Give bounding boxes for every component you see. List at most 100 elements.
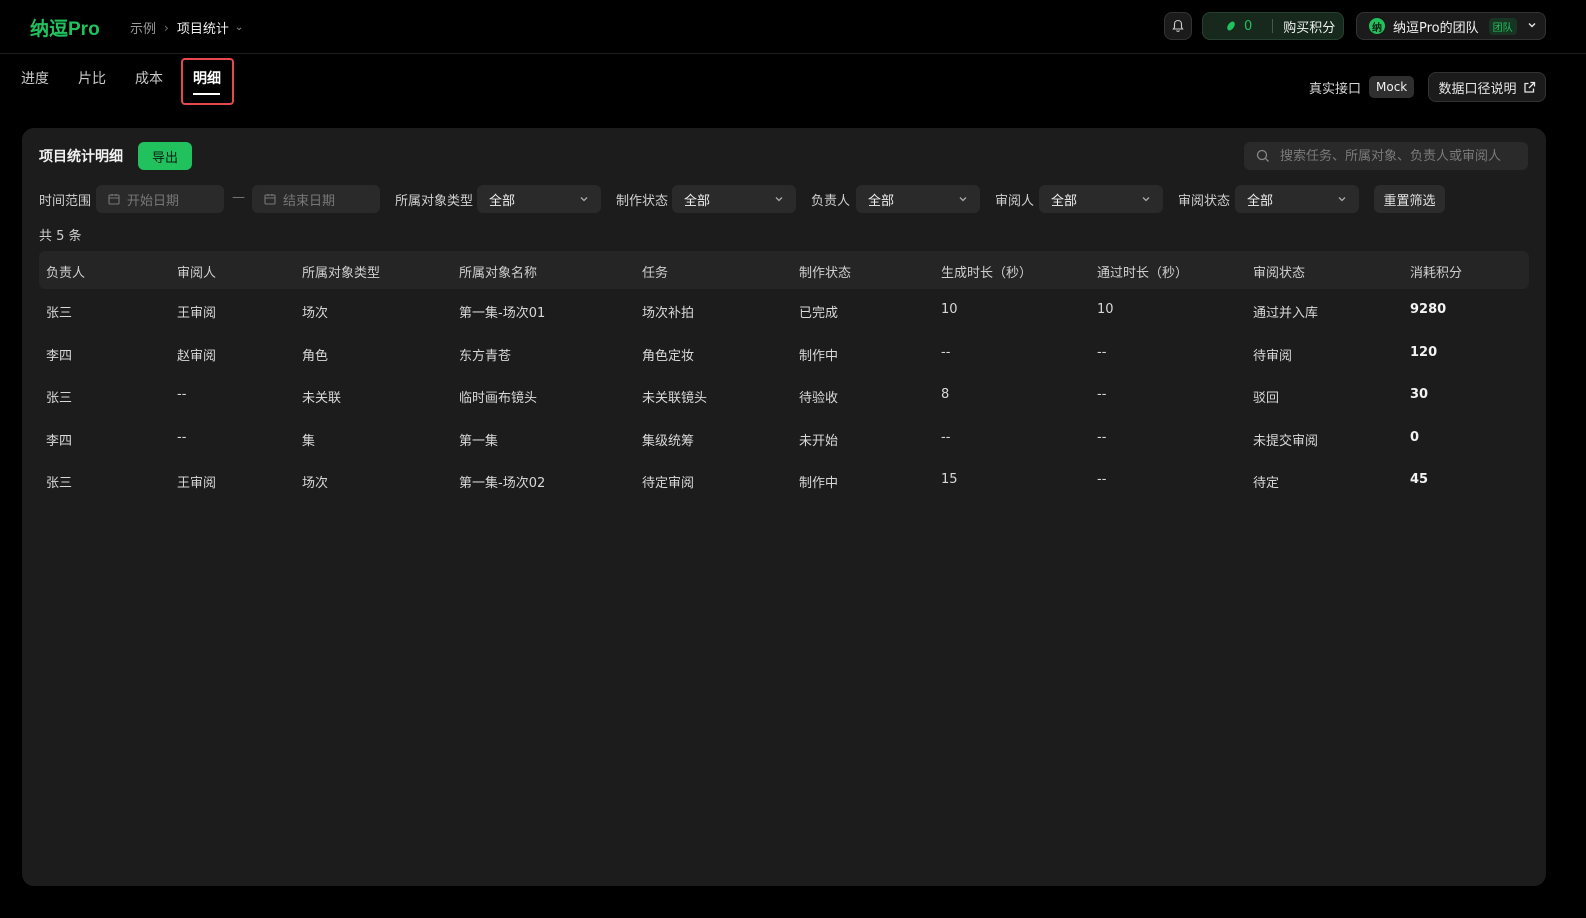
team-name: 纳逗Pro的团队 [1393,20,1479,36]
table-row[interactable]: 李四 -- 集 第一集 集级统筹 未开始 -- -- 未提交审阅 0 [39,417,1529,460]
tab-cost[interactable]: 成本 [135,68,163,88]
column-header[interactable]: 消耗积分 [1410,262,1462,281]
owner-value: 全部 [868,193,895,209]
tab-progress[interactable]: 进度 [21,68,49,88]
chevron-down-icon [775,197,783,202]
cell-object-type: 场次 [302,306,329,321]
object-type-value: 全部 [489,193,516,209]
cell-object-type: 集 [302,433,316,449]
table-row[interactable]: 张三 -- 未关联 临时画布镜头 未关联镜头 待验收 8 -- 驳回 30 [39,374,1529,417]
table-row[interactable]: 张三 王审阅 场次 第一集-场次01 场次补拍 已完成 10 10 通过并入库 … [39,289,1529,332]
cell-prod-status: 制作中 [799,476,839,491]
cell-points: 45 [1410,472,1429,487]
cell-owner: 李四 [46,348,73,364]
top-bar: 纳逗Pro 示例 › 项目统计 ⌄ 0 购买积分 纳 纳逗Pro的团队 团队 [0,0,1586,54]
cell-gen-duration: -- [941,429,951,445]
cell-object-name: 第一集-场次01 [459,306,546,321]
owner-label: 负责人 [811,194,851,209]
cell-review-status: 未提交审阅 [1253,433,1319,449]
end-date-input[interactable]: 结束日期 [252,185,380,213]
search-icon [1256,149,1270,163]
team-switcher[interactable]: 纳 纳逗Pro的团队 团队 [1356,12,1546,40]
points-icon [1225,20,1237,32]
cell-gen-duration: 10 [941,302,958,317]
breadcrumb-current[interactable]: 项目统计 [177,18,229,37]
table-row[interactable]: 张三 王审阅 场次 第一集-场次02 待定审阅 制作中 15 -- 待定 45 [39,459,1529,502]
total-count: 共 5 条 [39,229,82,244]
cell-review-status: 待审阅 [1253,348,1293,364]
cell-points: 30 [1410,387,1429,402]
cell-prod-status: 制作中 [799,348,839,364]
cell-pass-duration: -- [1097,429,1107,445]
highlight-box [181,58,234,105]
cell-task: 场次补拍 [642,306,695,321]
chevron-down-icon [1142,197,1150,202]
chevron-down-icon [959,197,967,202]
review-status-select[interactable]: 全部 [1235,185,1359,213]
cell-pass-duration: -- [1097,387,1107,402]
cell-reviewer: 王审阅 [177,306,217,321]
breadcrumb: 示例 › 项目统计 ⌄ [130,18,243,38]
mock-toggle[interactable]: Mock [1369,76,1415,98]
details-table: 负责人 审阅人 所属对象类型 所属对象名称 任务 制作状态 生成时长（秒） 通过… [39,251,1529,502]
reviewer-label: 审阅人 [995,194,1035,209]
end-date-placeholder: 结束日期 [283,193,336,209]
chevron-down-icon [580,197,588,202]
prod-status-label: 制作状态 [616,194,669,209]
review-status-label: 审阅状态 [1178,194,1231,209]
data-doc-button[interactable]: 数据口径说明 [1428,72,1546,102]
cell-prod-status: 未开始 [799,433,839,449]
table-row[interactable]: 李四 赵审阅 角色 东方青苍 角色定妆 制作中 -- -- 待审阅 120 [39,332,1529,375]
column-header[interactable]: 通过时长（秒） [1097,262,1188,281]
reset-filters-button[interactable]: 重置筛选 [1374,185,1445,213]
cell-task: 角色定妆 [642,348,695,364]
column-header[interactable]: 任务 [642,262,668,281]
calendar-icon [264,193,276,205]
search-input[interactable] [1280,144,1520,168]
reviewer-value: 全部 [1051,193,1078,209]
cell-task: 集级统筹 [642,433,695,449]
cell-review-status: 待定 [1253,476,1280,491]
points-widget[interactable]: 0 购买积分 [1202,12,1344,40]
start-date-input[interactable]: 开始日期 [96,185,224,213]
column-header[interactable]: 所属对象类型 [302,262,380,281]
card-title: 项目统计明细 [39,149,123,165]
date-separator: — [232,190,245,205]
column-header[interactable]: 审阅状态 [1253,262,1305,281]
cell-object-type: 场次 [302,476,329,491]
cell-gen-duration: 15 [941,472,958,487]
search-box[interactable] [1244,142,1528,170]
cell-object-type: 未关联 [302,391,342,406]
points-divider [1272,19,1274,33]
details-card: 项目统计明细 导出 时间范围 开始日期 — 结束日期 所属对象类型 全部 制作状… [22,128,1546,886]
real-api-toggle[interactable]: 真实接口 [1309,78,1361,97]
cell-owner: 张三 [46,476,73,491]
cell-points: 120 [1410,344,1438,360]
app-logo[interactable]: 纳逗Pro [30,14,100,41]
tab-ratio[interactable]: 片比 [78,68,106,88]
object-type-select[interactable]: 全部 [477,185,601,213]
column-header[interactable]: 负责人 [46,262,85,281]
prod-status-select[interactable]: 全部 [672,185,796,213]
cell-object-name: 第一集-场次02 [459,476,546,491]
breadcrumb-root[interactable]: 示例 [130,18,156,37]
cell-object-name: 东方青苍 [459,348,512,364]
cell-prod-status: 已完成 [799,306,839,321]
chevron-down-icon[interactable]: ⌄ [235,22,243,33]
time-range-label: 时间范围 [39,194,92,209]
buy-points-button[interactable]: 购买积分 [1283,17,1335,36]
start-date-placeholder: 开始日期 [127,193,180,209]
owner-select[interactable]: 全部 [856,185,980,213]
column-header[interactable]: 所属对象名称 [459,262,537,281]
column-header[interactable]: 生成时长（秒） [941,262,1032,281]
cell-object-name: 临时画布镜头 [459,391,538,406]
cell-points: 9280 [1410,302,1447,317]
cell-reviewer: -- [177,387,187,402]
column-header[interactable]: 制作状态 [799,262,851,281]
chevron-right-icon: › [164,20,169,35]
reviewer-select[interactable]: 全部 [1039,185,1163,213]
prod-status-value: 全部 [684,193,711,209]
export-button[interactable]: 导出 [138,142,192,170]
column-header[interactable]: 审阅人 [177,262,216,281]
notification-button[interactable] [1164,12,1192,40]
